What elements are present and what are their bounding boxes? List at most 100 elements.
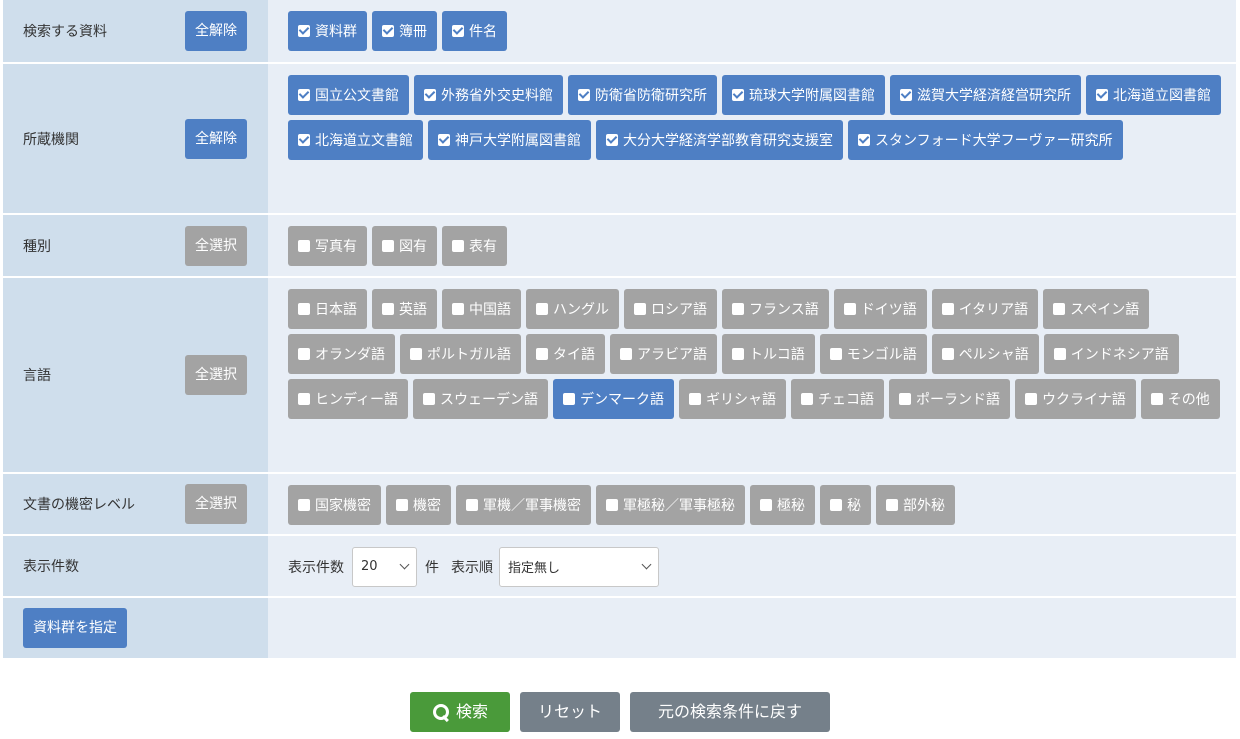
checkbox-chip[interactable]: 北海道立文書館 <box>288 120 423 160</box>
checkbox-chip[interactable]: 機密 <box>386 485 451 525</box>
checkbox-chip[interactable]: スウェーデン語 <box>413 379 549 419</box>
checkbox-chip[interactable]: その他 <box>1140 379 1220 419</box>
checkbox-icon[interactable] <box>732 303 744 315</box>
checkbox-chip[interactable]: 中国語 <box>442 289 521 329</box>
checkbox-chip[interactable]: 国家機密 <box>288 485 381 525</box>
checkbox-chip[interactable]: 大分大学経済学部教育研究支援室 <box>596 120 843 160</box>
checkbox-chip[interactable]: 図有 <box>372 226 437 266</box>
checkbox-icon[interactable] <box>298 348 310 360</box>
checkbox-chip[interactable]: 簿冊 <box>372 11 437 51</box>
checkbox-icon[interactable] <box>1053 348 1066 360</box>
checkbox-icon[interactable] <box>620 348 632 360</box>
search-button[interactable]: 検索 <box>410 692 510 732</box>
order-select[interactable]: 指定無し <box>499 546 659 587</box>
checkbox-icon[interactable] <box>298 303 310 315</box>
checkbox-icon[interactable] <box>689 393 702 405</box>
checkbox-chip[interactable]: ドイツ語 <box>833 289 927 329</box>
checkbox-icon[interactable] <box>424 89 436 101</box>
checkbox-icon[interactable] <box>843 303 856 315</box>
checkbox-icon[interactable] <box>410 348 422 360</box>
checkbox-chip[interactable]: 滋賀大学経済経営研究所 <box>890 75 1081 115</box>
restore-conditions-button[interactable]: 元の検索条件に戻す <box>630 692 830 732</box>
checkbox-icon[interactable] <box>801 393 814 405</box>
checkbox-icon[interactable] <box>466 499 478 511</box>
checkbox-icon[interactable] <box>606 499 618 511</box>
checkbox-chip[interactable]: 琉球大学附属図書館 <box>722 75 885 115</box>
checkbox-chip[interactable]: 神戸大学附属図書館 <box>428 120 591 160</box>
checkbox-chip[interactable]: 国立公文書館 <box>288 75 409 115</box>
checkbox-icon[interactable] <box>298 240 310 252</box>
checkbox-icon[interactable] <box>438 134 450 146</box>
checkbox-chip[interactable]: ヒンディー語 <box>288 379 409 419</box>
select-material-group-button[interactable]: 資料群を指定 <box>23 608 127 648</box>
checkbox-chip[interactable]: 部外秘 <box>876 485 955 525</box>
checkbox-icon[interactable] <box>606 134 618 146</box>
checkbox-chip[interactable]: 外務省外交史料館 <box>414 75 563 115</box>
checkbox-icon[interactable] <box>396 499 408 511</box>
checkbox-icon[interactable] <box>452 25 464 37</box>
deselect-all-button[interactable]: 全解除 <box>185 118 247 159</box>
checkbox-icon[interactable] <box>298 393 310 405</box>
checkbox-icon[interactable] <box>423 393 436 405</box>
checkbox-icon[interactable] <box>452 303 464 315</box>
checkbox-chip[interactable]: 軍極秘／軍事極秘 <box>596 485 745 525</box>
checkbox-icon[interactable] <box>900 89 912 101</box>
checkbox-icon[interactable] <box>858 134 870 146</box>
checkbox-chip[interactable]: オランダ語 <box>288 334 395 374</box>
checkbox-icon[interactable] <box>829 348 842 360</box>
checkbox-chip[interactable]: 件名 <box>442 11 507 51</box>
checkbox-icon[interactable] <box>1150 393 1163 405</box>
checkbox-chip[interactable]: ポーランド語 <box>889 379 1011 419</box>
checkbox-icon[interactable] <box>382 303 394 315</box>
checkbox-chip[interactable]: デンマーク語 <box>553 379 675 419</box>
deselect-all-button[interactable]: 全解除 <box>185 11 247 51</box>
checkbox-chip[interactable]: タイ語 <box>526 334 605 374</box>
checkbox-icon[interactable] <box>830 499 842 511</box>
checkbox-icon[interactable] <box>298 499 310 511</box>
checkbox-chip[interactable]: スタンフォード大学フーヴァー研究所 <box>848 120 1123 160</box>
checkbox-icon[interactable] <box>563 393 576 405</box>
reset-button[interactable]: リセット <box>520 692 620 732</box>
select-all-button[interactable]: 全選択 <box>185 484 247 524</box>
checkbox-icon[interactable] <box>578 89 590 101</box>
checkbox-icon[interactable] <box>536 303 548 315</box>
checkbox-icon[interactable] <box>298 134 310 146</box>
checkbox-chip[interactable]: モンゴル語 <box>819 334 927 374</box>
checkbox-icon[interactable] <box>536 348 548 360</box>
checkbox-chip[interactable]: トルコ語 <box>722 334 815 374</box>
select-all-button[interactable]: 全選択 <box>185 225 247 266</box>
select-all-button[interactable]: 全選択 <box>185 355 247 395</box>
checkbox-icon[interactable] <box>298 25 310 37</box>
checkbox-chip[interactable]: ポルトガル語 <box>400 334 521 374</box>
checkbox-chip[interactable]: 写真有 <box>288 226 367 266</box>
checkbox-icon[interactable] <box>732 89 744 101</box>
checkbox-icon[interactable] <box>760 499 772 511</box>
checkbox-icon[interactable] <box>1053 303 1066 315</box>
checkbox-icon[interactable] <box>941 348 954 360</box>
checkbox-chip[interactable]: 表有 <box>442 226 507 266</box>
checkbox-chip[interactable]: フランス語 <box>722 289 829 329</box>
checkbox-chip[interactable]: 北海道立図書館 <box>1086 75 1221 115</box>
checkbox-icon[interactable] <box>1025 393 1038 405</box>
checkbox-chip[interactable]: イタリア語 <box>931 289 1039 329</box>
count-select[interactable]: 20 <box>352 546 417 587</box>
checkbox-chip[interactable]: ロシア語 <box>624 289 717 329</box>
checkbox-icon[interactable] <box>452 240 464 252</box>
checkbox-chip[interactable]: 防衛省防衛研究所 <box>568 75 717 115</box>
checkbox-icon[interactable] <box>634 303 646 315</box>
checkbox-chip[interactable]: チェコ語 <box>791 379 885 419</box>
checkbox-chip[interactable]: スペイン語 <box>1043 289 1150 329</box>
checkbox-chip[interactable]: インドネシア語 <box>1043 334 1179 374</box>
checkbox-chip[interactable]: 日本語 <box>288 289 367 329</box>
checkbox-chip[interactable]: ギリシャ語 <box>679 379 787 419</box>
checkbox-chip[interactable]: 軍機／軍事機密 <box>456 485 591 525</box>
checkbox-icon[interactable] <box>382 240 394 252</box>
checkbox-icon[interactable] <box>382 25 394 37</box>
checkbox-icon[interactable] <box>899 393 912 405</box>
checkbox-chip[interactable]: ウクライナ語 <box>1015 379 1136 419</box>
checkbox-icon[interactable] <box>298 89 310 101</box>
checkbox-chip[interactable]: 秘 <box>820 485 871 525</box>
checkbox-icon[interactable] <box>732 348 744 360</box>
checkbox-chip[interactable]: 極秘 <box>750 485 815 525</box>
checkbox-icon[interactable] <box>941 303 954 315</box>
